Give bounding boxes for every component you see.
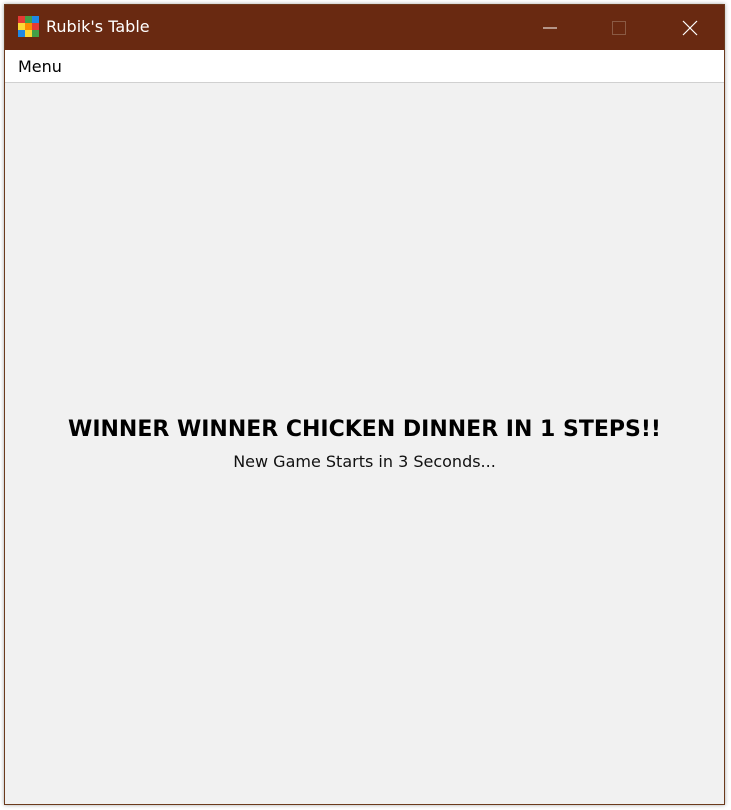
cube-cell	[25, 30, 32, 37]
window-title: Rubik's Table	[46, 17, 150, 36]
close-icon	[682, 20, 698, 35]
winner-message: WINNER WINNER CHICKEN DINNER IN 1 STEPS!…	[68, 417, 661, 442]
minimize-icon	[543, 27, 557, 28]
cube-cell	[32, 16, 39, 23]
cube-cell	[18, 30, 25, 37]
cube-cell	[25, 23, 32, 30]
countdown-message: New Game Starts in 3 Seconds...	[233, 452, 496, 471]
cube-cell	[25, 16, 32, 23]
rubiks-cube-icon	[18, 16, 39, 37]
cube-cell	[32, 23, 39, 30]
cube-cell	[32, 30, 39, 37]
maximize-button	[585, 5, 653, 50]
app-window: Rubik's Table Menu WINNER WINNER CHICKEN…	[4, 4, 725, 805]
menu-item-menu[interactable]: Menu	[18, 57, 62, 77]
close-button[interactable]	[656, 5, 724, 50]
menu-bar: Menu	[5, 50, 724, 83]
cube-cell	[18, 23, 25, 30]
maximize-icon	[612, 20, 626, 35]
game-area: WINNER WINNER CHICKEN DINNER IN 1 STEPS!…	[5, 83, 724, 804]
title-bar[interactable]: Rubik's Table	[5, 5, 724, 50]
cube-cell	[18, 16, 25, 23]
minimize-button[interactable]	[516, 5, 584, 50]
